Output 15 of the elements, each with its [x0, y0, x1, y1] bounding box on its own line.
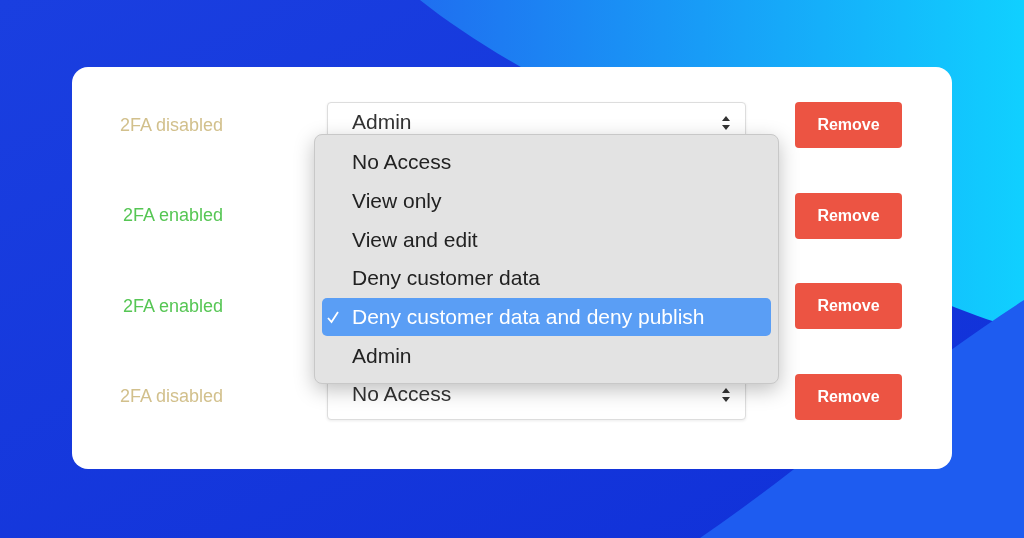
up-down-arrows-icon — [721, 115, 731, 131]
two-factor-status: 2FA enabled — [121, 205, 223, 226]
menu-item[interactable]: View only — [322, 181, 771, 221]
remove-button[interactable]: Remove — [795, 102, 902, 148]
menu-item[interactable]: View and edit — [322, 220, 771, 259]
two-factor-status: 2FA disabled — [118, 386, 223, 407]
two-factor-status: 2FA enabled — [121, 295, 223, 317]
up-down-arrows-icon — [721, 386, 731, 403]
menu-item[interactable]: Admin — [322, 336, 771, 376]
remove-button[interactable]: Remove — [795, 192, 902, 239]
menu-item[interactable]: Deny customer data — [322, 259, 771, 298]
remove-button[interactable]: Remove — [795, 373, 902, 420]
two-factor-status: 2FA disabled — [118, 114, 223, 136]
remove-button[interactable]: Remove — [795, 283, 902, 329]
check-icon — [326, 310, 340, 324]
